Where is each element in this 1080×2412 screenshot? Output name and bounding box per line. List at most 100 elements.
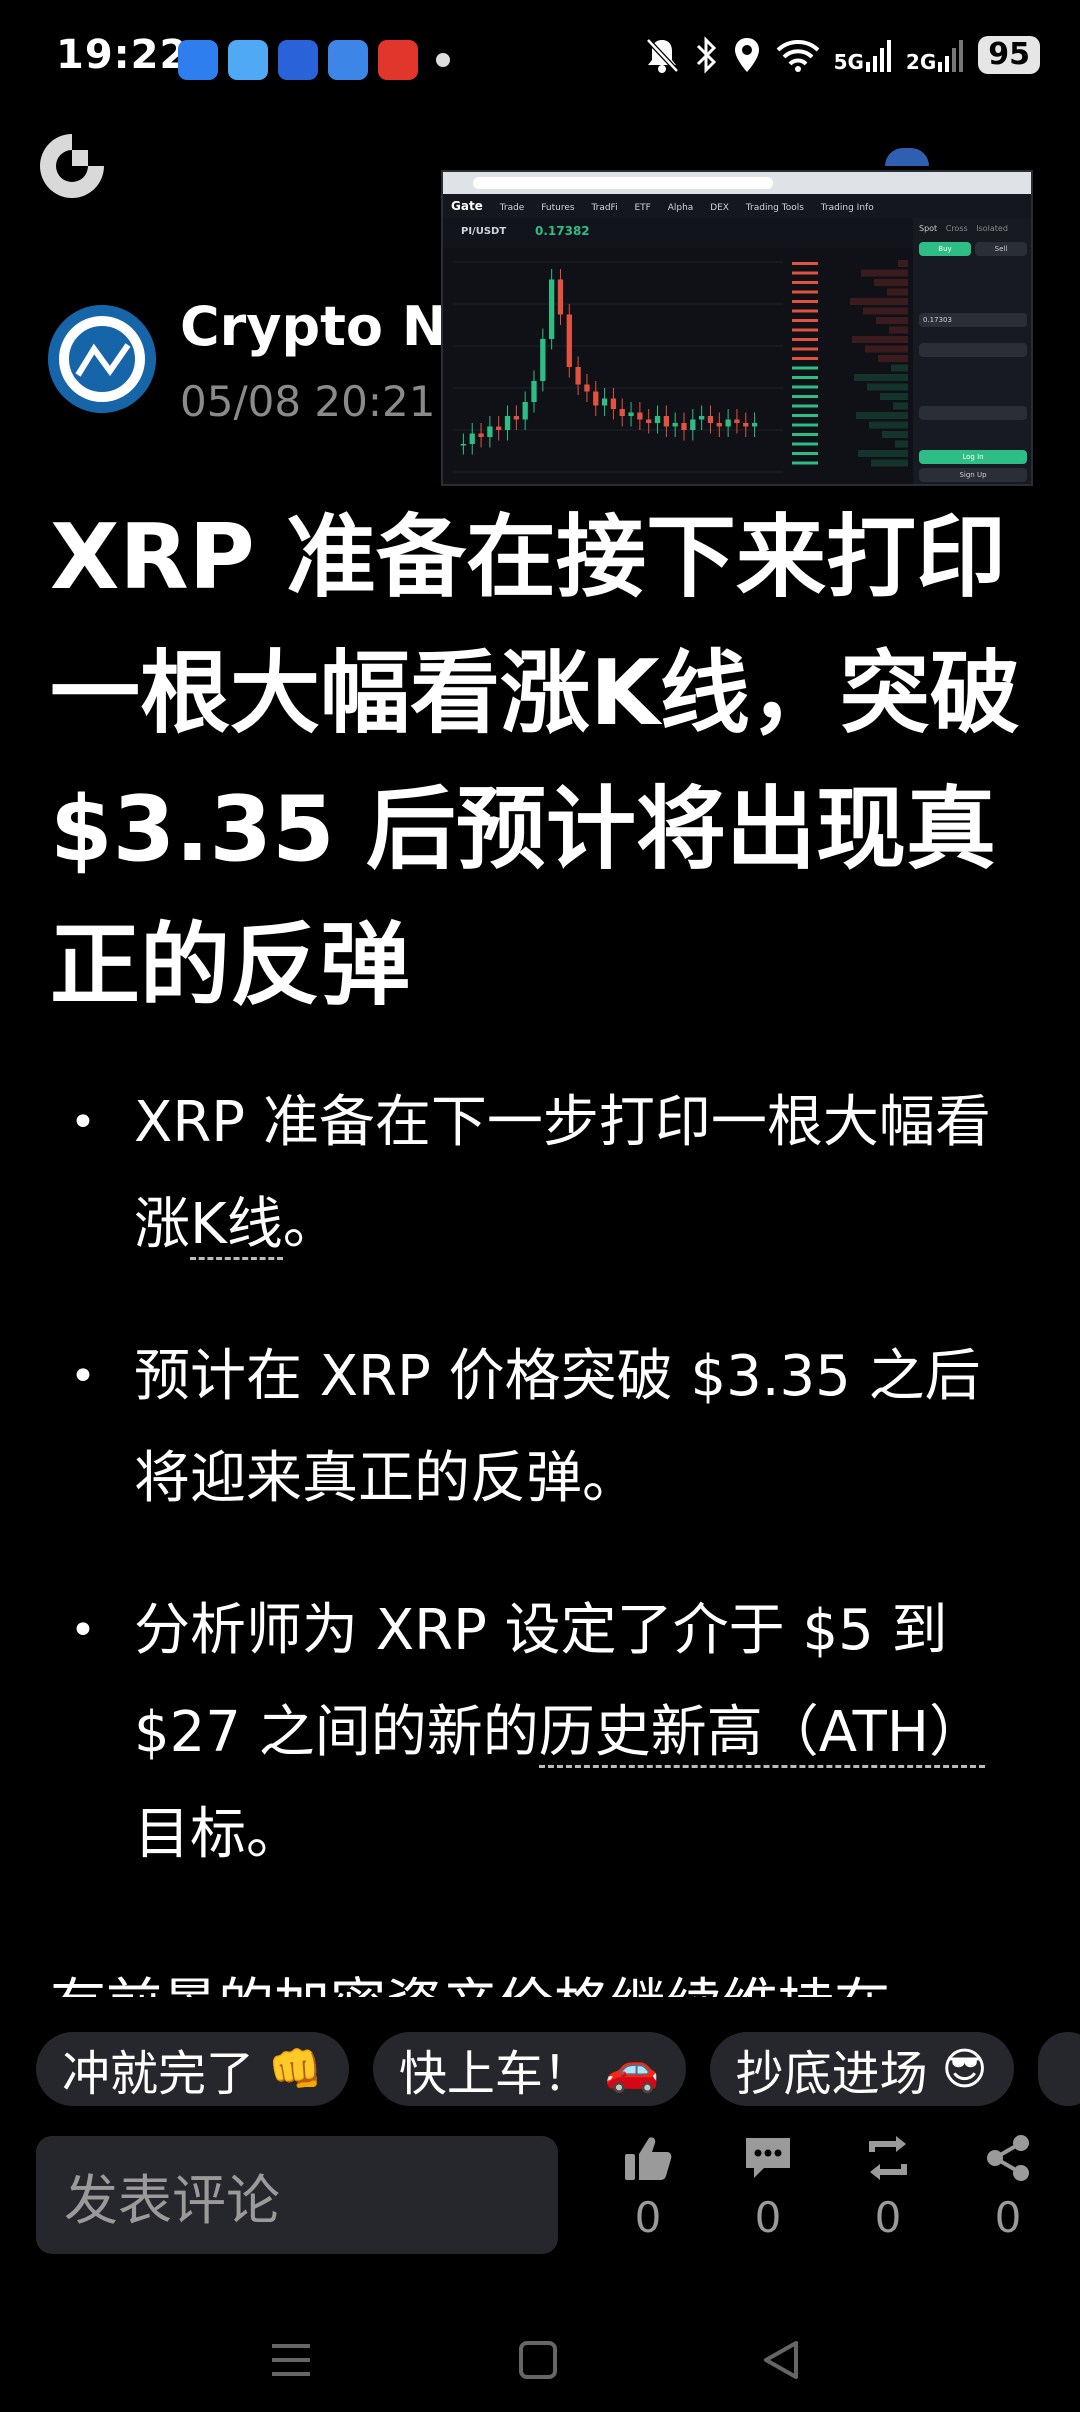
signal-5g-icon	[865, 40, 891, 72]
comment-input[interactable]: 发表评论	[36, 2136, 558, 2254]
exchange-nav: Gate Trade Futures TradFi ETF Alpha DEX …	[443, 194, 1031, 218]
candle-body	[522, 402, 528, 420]
chart-preview-image[interactable]: Gate Trade Futures TradFi ETF Alpha DEX …	[441, 170, 1033, 486]
book-price	[792, 395, 818, 398]
depth-bar	[869, 421, 908, 429]
price-field: 0.17303	[919, 313, 1027, 327]
chip-label: 抄底进场	[735, 2046, 928, 2102]
book-price	[792, 366, 818, 370]
quick-reply-chip[interactable]: 冲就完了 👊	[36, 2032, 349, 2106]
book-price	[792, 290, 818, 294]
total-field	[919, 406, 1027, 420]
depth-bar	[880, 393, 908, 400]
url-bar	[473, 177, 773, 189]
depth-bar	[893, 402, 908, 410]
depth-bar	[898, 260, 908, 267]
app-logo-icon[interactable]	[34, 128, 110, 204]
nav-item: Futures	[541, 203, 575, 213]
quick-reply-chip[interactable]	[1037, 2032, 1080, 2106]
term-link[interactable]: 历史新高（ATH）	[538, 1700, 985, 1768]
author-name[interactable]: Crypto News	[180, 295, 450, 358]
book-price	[792, 442, 818, 446]
quick-reply-chip[interactable]: 快上车！ 🚗	[372, 2032, 686, 2106]
weather-icon	[228, 40, 268, 80]
shopping-app-icon	[378, 40, 418, 80]
book-price	[792, 319, 818, 322]
recents-icon[interactable]	[270, 2340, 312, 2380]
candle-body	[557, 279, 564, 315]
book-price	[792, 262, 818, 265]
candle-body	[654, 416, 661, 423]
depth-bar	[891, 364, 908, 372]
depth-bar	[887, 288, 908, 296]
candle-body	[540, 339, 546, 381]
back-icon[interactable]	[762, 2340, 800, 2380]
chip-label: 快上车！	[398, 2046, 591, 2102]
order-book-rows	[792, 260, 908, 467]
repost-button[interactable]: 0	[838, 2134, 938, 2240]
chart-app-icon	[328, 40, 368, 80]
depth-bar	[852, 336, 908, 343]
book-price	[792, 433, 818, 436]
book-price	[792, 404, 818, 408]
book-price	[792, 376, 818, 379]
depth-bar	[895, 440, 908, 448]
comment-button[interactable]: 0	[718, 2134, 818, 2240]
book-price	[792, 385, 818, 389]
book-price	[792, 423, 818, 427]
mute-bell-icon	[645, 38, 679, 73]
status-time: 19:22	[56, 32, 189, 78]
candle-body	[610, 398, 617, 409]
car-emoji-icon: 🚗	[604, 2044, 660, 2095]
repost-count: 0	[874, 2193, 902, 2242]
wifi-icon	[776, 40, 819, 72]
nav-item: Trading Info	[820, 203, 874, 213]
candle-body	[619, 409, 625, 416]
exchange-brand: Gate	[451, 199, 483, 213]
candle-body	[672, 423, 678, 427]
quick-reply-chips: 冲就完了 👊 快上车！ 🚗 抄底进场 😎	[36, 2032, 1080, 2106]
app-icon	[178, 40, 218, 80]
depth-bar	[854, 374, 908, 381]
post-time: 05/08 20:21	[180, 377, 436, 426]
location-icon	[734, 38, 759, 72]
depth-bar	[858, 450, 908, 457]
depth-bar	[878, 355, 908, 362]
candle-body	[637, 412, 643, 420]
depth-bar	[856, 412, 908, 419]
amount-field	[919, 343, 1027, 357]
repost-icon	[869, 2136, 907, 2180]
quick-reply-chip[interactable]: 抄底进场 😎	[709, 2032, 1014, 2106]
author-logo-icon	[48, 305, 156, 413]
bullet-text: 目标。	[134, 1802, 302, 1867]
like-button[interactable]: 0	[598, 2134, 698, 2240]
network-5g-label: 5G	[833, 50, 864, 74]
term-link[interactable]: K线	[190, 1192, 283, 1260]
depth-bar	[874, 279, 908, 286]
candle-body	[663, 416, 669, 427]
book-price	[792, 414, 818, 417]
browser-bar	[443, 172, 1031, 194]
nav-item: Alpha	[667, 203, 694, 213]
author-avatar[interactable]	[48, 305, 156, 413]
thumbs-up-icon	[625, 2137, 672, 2180]
home-icon[interactable]	[518, 2340, 558, 2380]
depth-bar	[871, 459, 908, 467]
candle-body	[628, 412, 634, 416]
book-price	[792, 271, 818, 275]
nav-item: ETF	[634, 203, 651, 213]
order-book	[788, 252, 908, 482]
book-price	[792, 309, 818, 313]
candle-body	[707, 416, 714, 423]
depth-bar	[861, 269, 908, 277]
summary-bullets: XRP 准备在下一步打印一根大幅看涨K线。 预计在 XRP 价格突破 $3.35…	[50, 1072, 1030, 1936]
status-bar: 19:22 5G 2G 95	[0, 0, 1080, 124]
login-button: Log In	[919, 450, 1027, 464]
nav-item: TradFi	[591, 203, 618, 213]
depth-bar	[850, 298, 908, 305]
share-button[interactable]: 0	[958, 2134, 1058, 2240]
candle-body	[496, 426, 502, 430]
network-2g-label: 2G	[905, 50, 937, 74]
fist-emoji-icon: 👊	[268, 2044, 323, 2095]
book-price	[792, 281, 818, 284]
